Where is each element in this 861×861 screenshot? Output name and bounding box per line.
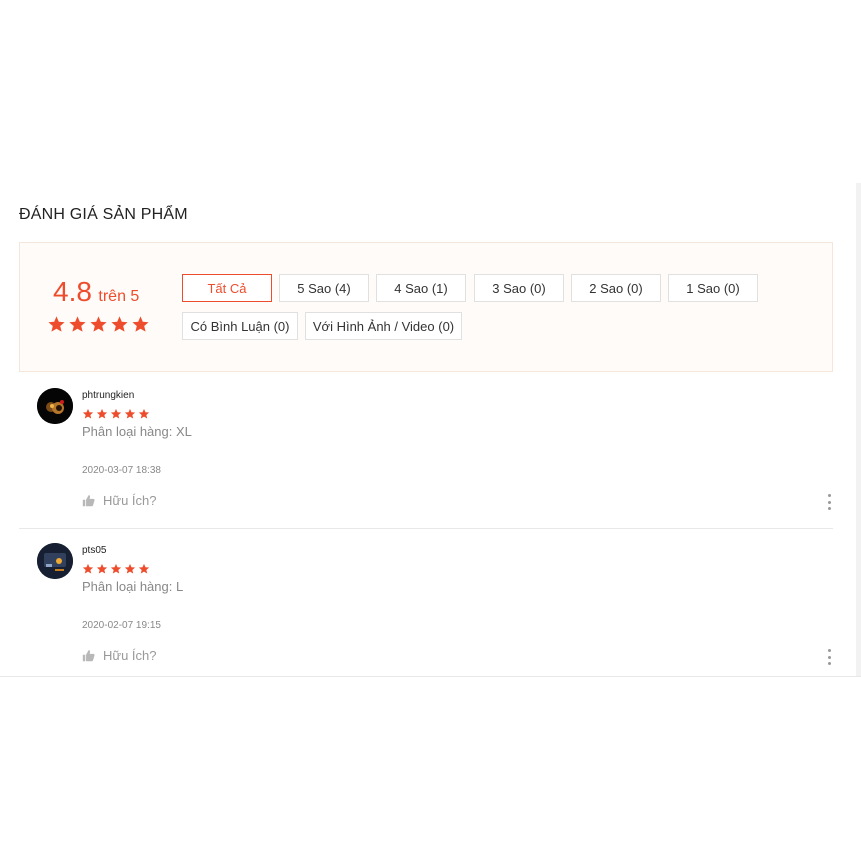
- section-title: ĐÁNH GIÁ SẢN PHẨM: [19, 206, 188, 223]
- review-stars: [82, 408, 150, 420]
- scrollbar-track[interactable]: [856, 183, 861, 676]
- helpful-label: Hữu Ích?: [103, 493, 157, 508]
- review-item: pts05 Phân loại hàng: L 2020-02-07 19:15…: [19, 529, 833, 676]
- review-variation: Phân loại hàng: L: [82, 579, 184, 594]
- star-icon: [132, 316, 149, 332]
- review-username[interactable]: phtrungkien: [82, 390, 134, 401]
- rating-stars: [47, 315, 150, 334]
- more-options-button[interactable]: [826, 649, 832, 665]
- review-username[interactable]: pts05: [82, 545, 106, 556]
- star-icon: [111, 316, 128, 332]
- review-item: phtrungkien Phân loại hàng: XL 2020-03-0…: [19, 374, 833, 529]
- rating-value: 4.8: [53, 276, 92, 307]
- rating-out-of: trên 5: [98, 288, 140, 305]
- thumb-up-icon: [82, 650, 95, 662]
- filter-all[interactable]: Tất Cả: [182, 274, 272, 302]
- star-icon: [69, 316, 86, 332]
- star-icon: [110, 408, 122, 419]
- more-vertical-icon: [827, 649, 831, 652]
- star-icon: [82, 563, 94, 574]
- helpful-button[interactable]: Hữu Ích?: [82, 493, 157, 508]
- star-icon: [96, 563, 108, 574]
- rating-overview: 4.8 trên 5 Tất Cả 5 Sao (4) 4 Sao (1) 3 …: [19, 242, 833, 372]
- more-options-button[interactable]: [826, 494, 832, 510]
- star-icon: [48, 316, 65, 332]
- review-time: 2020-02-07 19:15: [82, 620, 161, 631]
- filter-5-stars[interactable]: 5 Sao (4): [279, 274, 369, 302]
- avatar[interactable]: [37, 543, 73, 579]
- rating-score: 4.8 trên 5: [53, 276, 139, 308]
- filter-with-media[interactable]: Với Hình Ảnh / Video (0): [305, 312, 462, 340]
- review-stars: [82, 563, 150, 575]
- filter-4-stars[interactable]: 4 Sao (1): [376, 274, 466, 302]
- helpful-button[interactable]: Hữu Ích?: [82, 648, 157, 663]
- avatar-image: [37, 388, 73, 424]
- review-time: 2020-03-07 18:38: [82, 465, 161, 476]
- star-icon: [138, 408, 150, 419]
- star-icon: [90, 316, 107, 332]
- star-icon: [124, 563, 136, 574]
- avatar-image: [37, 543, 73, 579]
- star-icon: [124, 408, 136, 419]
- thumb-up-icon: [82, 495, 95, 507]
- filter-3-stars[interactable]: 3 Sao (0): [474, 274, 564, 302]
- filter-1-star[interactable]: 1 Sao (0): [668, 274, 758, 302]
- more-vertical-icon: [827, 494, 831, 497]
- star-icon: [82, 408, 94, 419]
- filter-with-comment[interactable]: Có Bình Luận (0): [182, 312, 298, 340]
- avatar[interactable]: [37, 388, 73, 424]
- review-variation: Phân loại hàng: XL: [82, 424, 192, 439]
- helpful-label: Hữu Ích?: [103, 648, 157, 663]
- star-icon: [138, 563, 150, 574]
- filter-2-stars[interactable]: 2 Sao (0): [571, 274, 661, 302]
- star-icon: [110, 563, 122, 574]
- star-icon: [96, 408, 108, 419]
